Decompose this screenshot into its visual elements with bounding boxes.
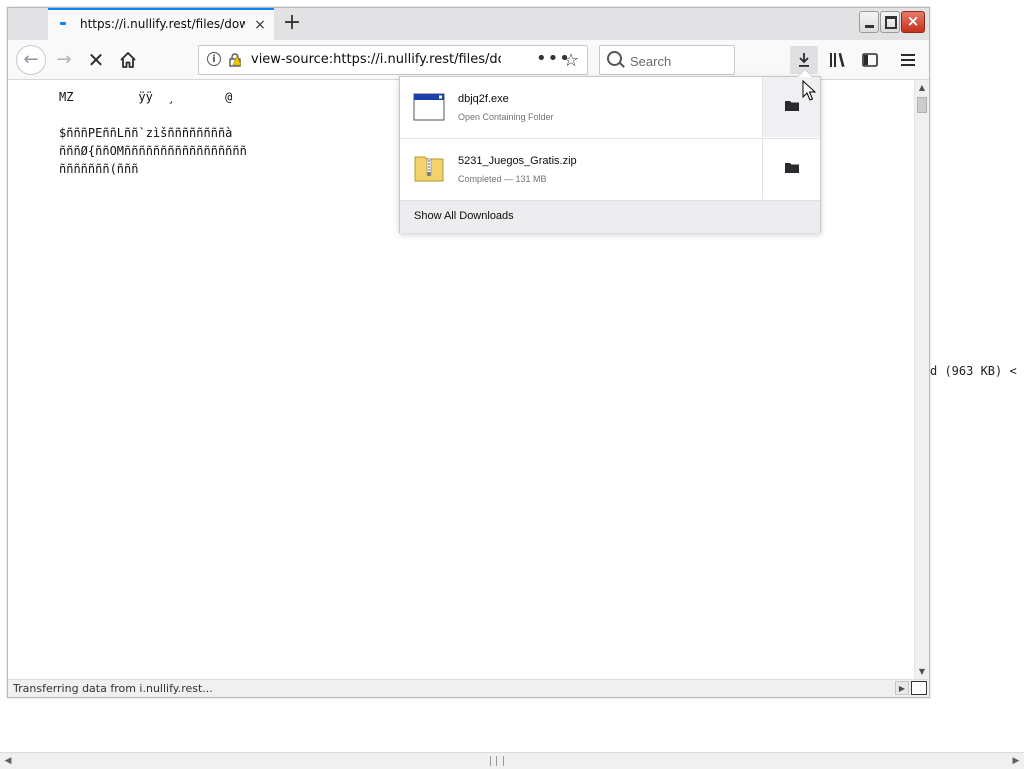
show-all-downloads-label: Show All Downloads [414,210,514,222]
search-input[interactable] [628,51,732,71]
maximize-button[interactable] [880,11,900,33]
tab-strip: https://i.nullify.rest/files/download × … [8,8,929,40]
scroll-down-icon[interactable]: ▼ [915,664,929,679]
bookmark-star-icon[interactable]: ☆ [563,50,579,71]
resize-corner[interactable] [911,681,927,695]
scroll-grip-icon[interactable] [490,756,504,766]
library-button[interactable] [824,46,852,74]
download-status: Completed — 131 MB [458,174,547,184]
loading-icon [60,22,66,25]
scroll-up-icon[interactable]: ▲ [915,80,929,95]
download-item[interactable]: dbjq2f.exe Open Containing Folder [400,77,820,137]
info-icon[interactable]: i [207,52,221,66]
background-page-text: d (963 KB) < [930,364,1017,378]
tab-close-icon[interactable]: × [252,17,268,33]
minimize-button[interactable] [859,11,879,33]
download-item[interactable]: 5231_Juegos_Gratis.zip Completed — 131 M… [400,138,820,199]
insecure-lock-icon[interactable] [228,53,242,67]
search-bar[interactable] [599,45,735,75]
download-filename: 5231_Juegos_Gratis.zip [458,155,577,167]
url-bar[interactable]: i view-source:https://i.nullify.rest/fil… [198,45,588,75]
tab-active[interactable]: https://i.nullify.rest/files/download × [48,8,274,40]
status-text: Transferring data from i.nullify.rest... [13,682,213,695]
folder-icon [785,163,799,173]
exe-file-icon [413,93,445,121]
download-arrow-icon [799,53,809,67]
forward-button[interactable]: → [50,46,78,74]
scroll-left-icon[interactable]: ◀ [0,753,16,769]
open-folder-button[interactable] [762,139,820,199]
back-button[interactable]: ← [16,45,46,75]
scroll-right-icon[interactable]: ▶ [1008,753,1024,769]
library-icon [830,53,845,67]
status-bar: Transferring data from i.nullify.rest...… [8,679,929,697]
url-text[interactable]: view-source:https://i.nullify.rest/files… [251,52,501,67]
scroll-thumb[interactable] [917,97,927,113]
downloads-panel: dbjq2f.exe Open Containing Folder 5231_J… [399,69,821,233]
download-status: Open Containing Folder [458,112,554,122]
search-icon [607,51,622,66]
sidebar-button[interactable] [856,46,884,74]
folder-icon [785,101,799,111]
panel-arrow [797,69,813,77]
nav-toolbar: ← → ✕ i view-source:https://i.nullify.re… [8,40,929,80]
vertical-scrollbar[interactable]: ▲ ▼ [914,80,929,679]
mouse-cursor-icon [802,80,816,101]
home-icon [120,52,136,68]
hamburger-menu-icon [901,54,915,66]
zip-file-icon [414,156,444,182]
download-filename: dbjq2f.exe [458,93,509,105]
new-tab-button[interactable]: + [280,12,304,36]
desktop-horizontal-scrollbar[interactable]: ◀ ▶ [0,752,1024,769]
menu-button[interactable] [894,46,922,74]
show-all-downloads-button[interactable]: Show All Downloads [400,200,820,233]
tab-title: https://i.nullify.rest/files/download [80,17,245,31]
sidebar-icon [862,53,878,67]
window-close-button[interactable]: × [901,11,925,33]
home-button[interactable] [114,46,142,74]
scroll-right-icon[interactable]: ▶ [895,681,909,695]
stop-button[interactable]: ✕ [82,46,110,74]
